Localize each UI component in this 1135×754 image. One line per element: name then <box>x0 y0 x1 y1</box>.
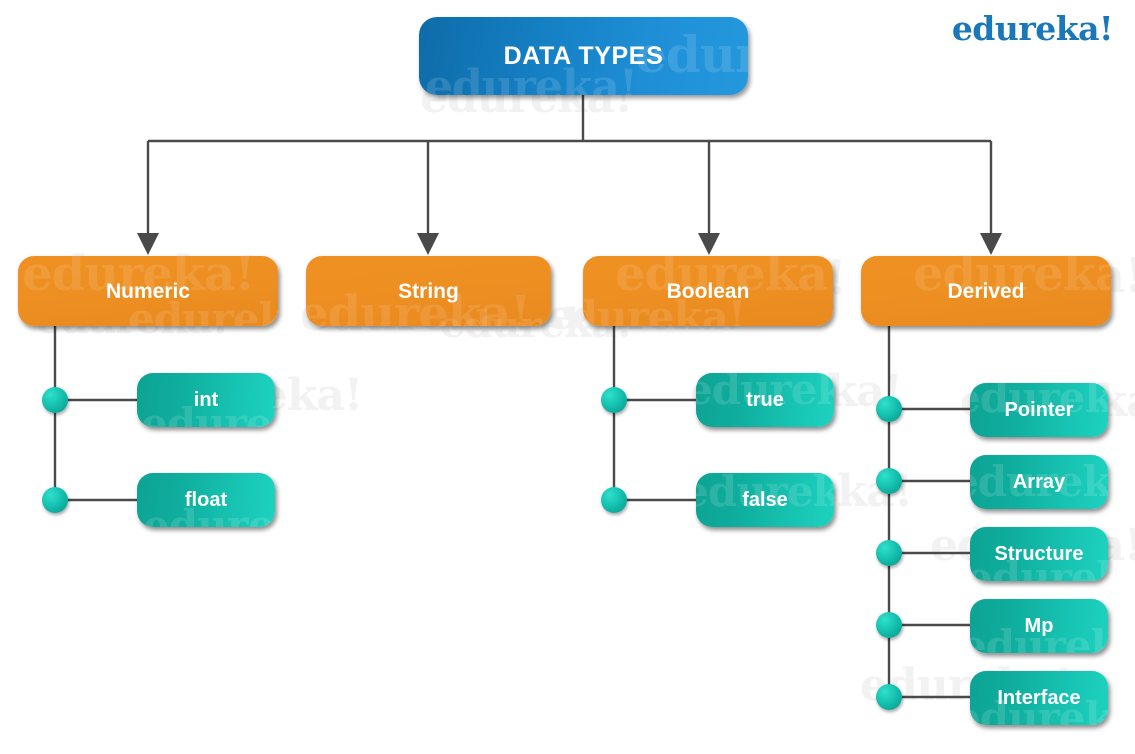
node-boolean[interactable]: edureka! edureka! Boolean <box>583 256 833 326</box>
node-string[interactable]: edureka! edureka! String <box>306 256 551 326</box>
arrowhead-boolean <box>698 233 720 255</box>
node-label: DATA TYPES <box>503 41 664 70</box>
node-label: Array <box>1012 471 1066 493</box>
node-label: Pointer <box>1004 399 1074 421</box>
junction-dot-derived-structure <box>876 540 902 566</box>
node-int[interactable]: edureka! int <box>137 373 275 427</box>
junction-dot-boolean-true <box>601 387 627 413</box>
edureka-logo: edureka! <box>951 9 1114 48</box>
node-pointer[interactable]: edureka! Pointer <box>970 383 1108 437</box>
arrowhead-string <box>417 233 439 255</box>
node-float[interactable]: edureka! float <box>137 473 275 527</box>
node-array[interactable]: edureka! Array <box>970 455 1108 509</box>
junction-dot-numeric-int <box>42 387 68 413</box>
node-label: String <box>398 279 459 303</box>
junction-dot-derived-array <box>876 468 902 494</box>
diagram-canvas: edureka! edureka! edureka! edureka! edur… <box>0 0 1135 754</box>
node-label: Structure <box>994 543 1084 565</box>
node-mp[interactable]: edureka! Mp <box>970 599 1108 653</box>
node-derived[interactable]: edureka! Derived <box>861 256 1111 326</box>
node-label: float <box>184 489 228 511</box>
node-label: int <box>193 389 219 411</box>
node-label: Interface <box>997 687 1081 709</box>
junction-dot-numeric-float <box>42 487 68 513</box>
node-label: Boolean <box>666 279 750 303</box>
node-watermark: edureka! <box>436 302 551 326</box>
node-true[interactable]: edureka! true <box>696 373 834 427</box>
junction-dot-derived-pointer <box>876 396 902 422</box>
node-label: false <box>742 489 788 511</box>
node-false[interactable]: edureka! false <box>696 473 834 527</box>
junction-dot-derived-mp <box>876 612 902 638</box>
junction-dot-boolean-false <box>601 487 627 513</box>
node-label: Numeric <box>105 279 191 303</box>
node-label: Derived <box>947 279 1025 303</box>
arrowhead-numeric <box>137 233 159 255</box>
node-interface[interactable]: edureka! Interface <box>970 671 1108 725</box>
arrowheads <box>137 233 1002 255</box>
node-structure[interactable]: edureka! Structure <box>970 527 1108 581</box>
node-label: Mp <box>1024 615 1054 637</box>
node-label: true <box>746 389 784 411</box>
junction-dot-derived-interface <box>876 684 902 710</box>
node-numeric[interactable]: edureka! edureka! Numeric <box>18 256 278 326</box>
arrowhead-derived <box>980 233 1002 255</box>
node-data-types[interactable]: edureka! edureka! DATA TYPES <box>419 17 748 95</box>
